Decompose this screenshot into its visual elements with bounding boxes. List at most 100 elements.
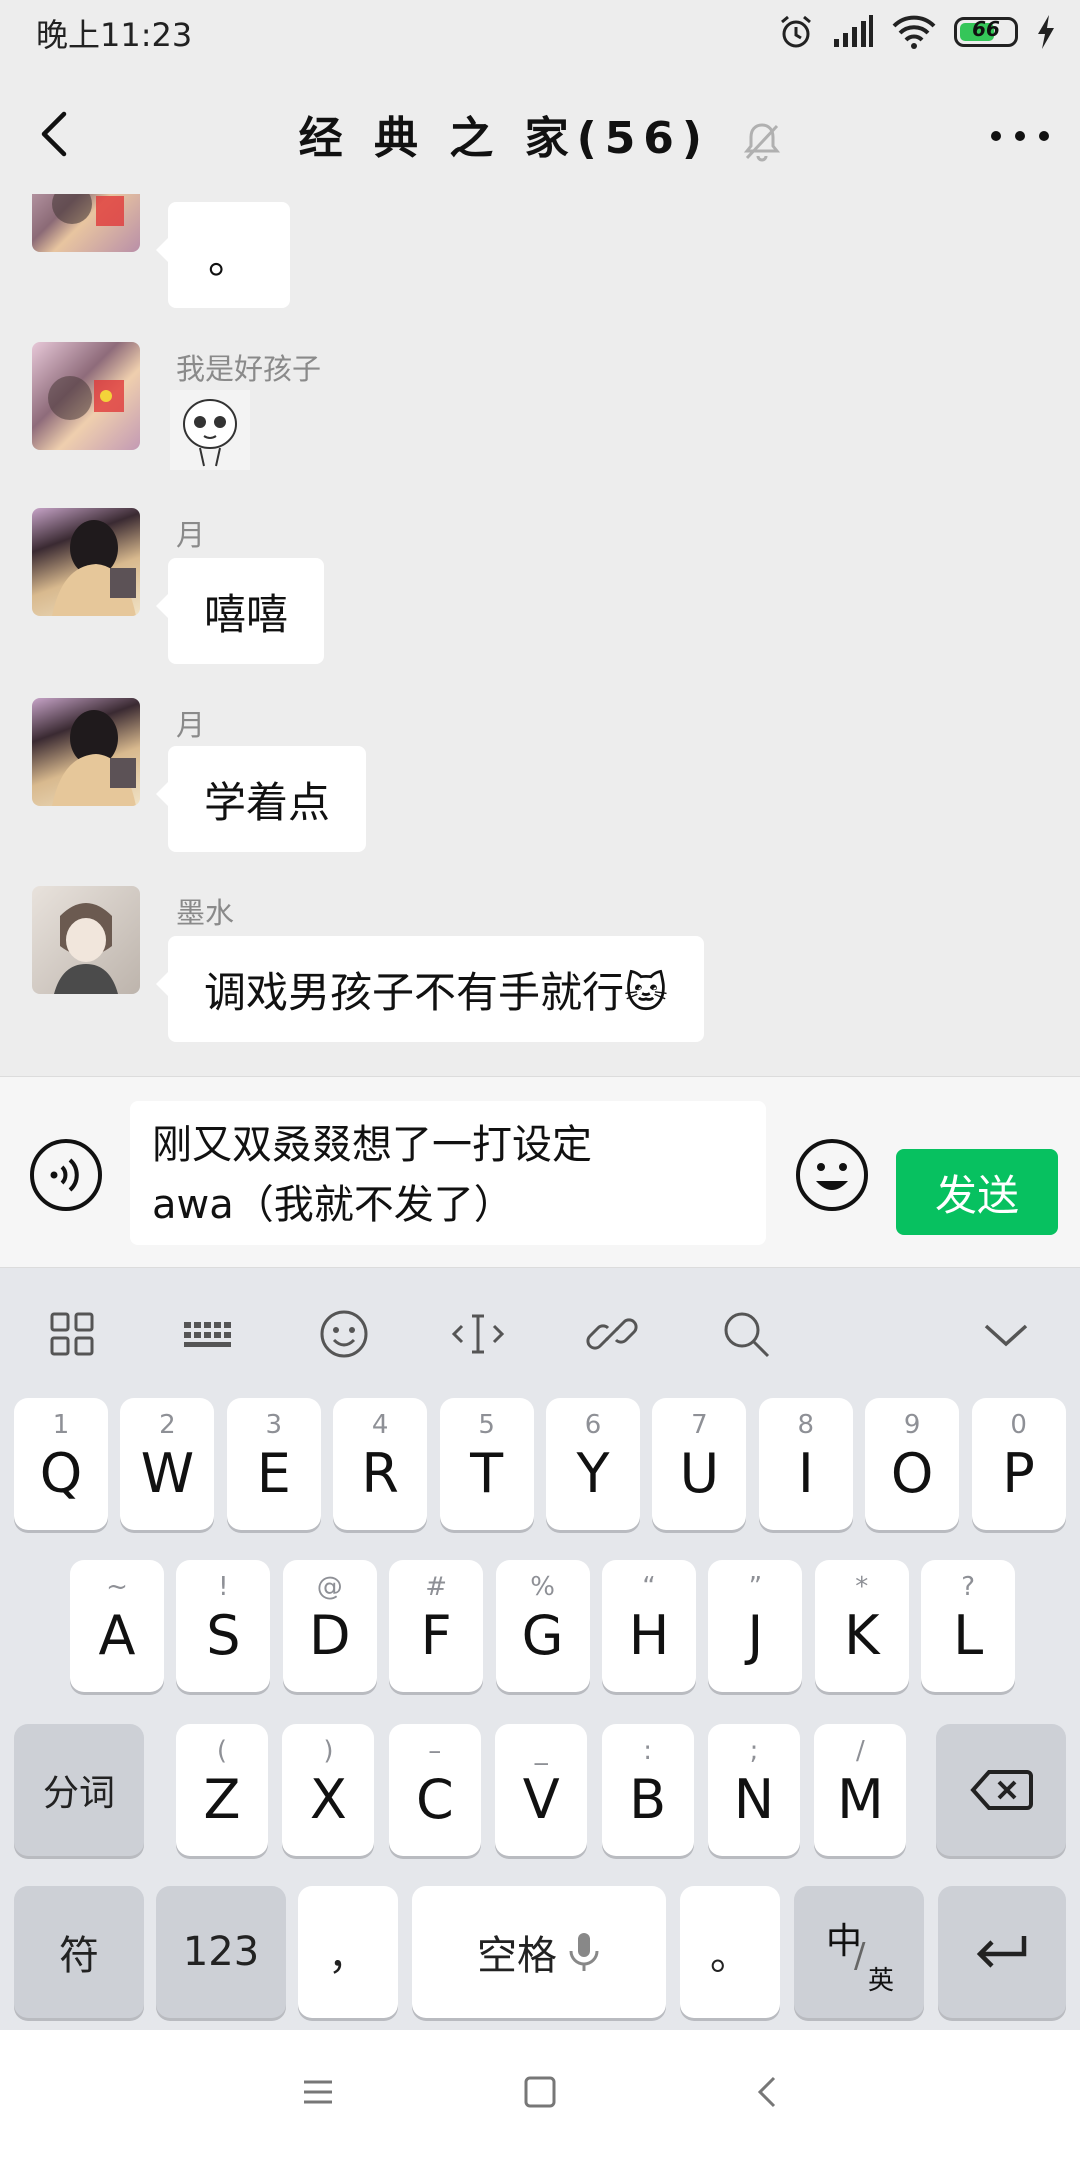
key-letter: J bbox=[747, 1604, 764, 1667]
key-l[interactable]: ? L bbox=[921, 1560, 1016, 1692]
key-letter: H bbox=[628, 1604, 670, 1667]
key-o[interactable]: 9O bbox=[865, 1398, 960, 1530]
cursor-move-icon[interactable] bbox=[450, 1306, 506, 1362]
search-icon[interactable] bbox=[718, 1306, 774, 1362]
enter-icon bbox=[976, 1936, 1027, 1968]
key-j[interactable]: ” J bbox=[708, 1560, 803, 1692]
enter-key[interactable] bbox=[938, 1886, 1066, 2018]
emoji-panel-icon[interactable] bbox=[316, 1306, 372, 1362]
key-z[interactable]: (Z bbox=[176, 1724, 268, 1856]
voice-input-icon[interactable] bbox=[28, 1137, 104, 1213]
key-hint: 6 bbox=[584, 1410, 602, 1440]
comma-key-label: ， bbox=[328, 1933, 368, 1979]
more-icon[interactable] bbox=[980, 106, 1060, 166]
key-d[interactable]: @ D bbox=[282, 1560, 377, 1692]
key-p[interactable]: 0P bbox=[971, 1398, 1066, 1530]
sticker-message[interactable] bbox=[170, 390, 250, 470]
key-h[interactable]: “H bbox=[602, 1560, 696, 1692]
key-f[interactable]: # F bbox=[389, 1560, 484, 1692]
key-hint: ~ bbox=[106, 1572, 128, 1602]
key-e[interactable]: 3E bbox=[226, 1398, 321, 1530]
avatar-image bbox=[54, 903, 118, 994]
key-hint: ( bbox=[216, 1736, 228, 1766]
message-bubble[interactable]: 。 bbox=[155, 202, 291, 308]
key-q[interactable]: 1Q bbox=[14, 1398, 108, 1530]
key-n[interactable]: ; N bbox=[708, 1724, 800, 1856]
chat-title: 经 典 之 家(56) bbox=[0, 102, 1080, 166]
key-w[interactable]: 2W bbox=[120, 1398, 215, 1530]
sender-name: 月 bbox=[176, 708, 206, 742]
avatar[interactable] bbox=[32, 698, 140, 806]
menu-icon[interactable] bbox=[298, 2072, 338, 2112]
message-input-line1: 刚又双叒叕想了一打设定 bbox=[152, 1122, 592, 1168]
key-letter: E bbox=[256, 1442, 291, 1505]
key-c[interactable]: – C bbox=[388, 1724, 481, 1856]
key-hint: 0 bbox=[1010, 1410, 1027, 1440]
key-hint: / bbox=[856, 1736, 865, 1766]
avatar-image bbox=[52, 520, 136, 616]
back-nav-icon[interactable] bbox=[748, 2072, 788, 2112]
key-letter: C bbox=[415, 1768, 454, 1831]
key-r[interactable]: 4R bbox=[333, 1398, 428, 1530]
avatar[interactable] bbox=[32, 508, 140, 616]
space-key[interactable]: 空格 bbox=[412, 1886, 666, 2018]
key-y[interactable]: 6Y bbox=[546, 1398, 640, 1530]
key-letter: T bbox=[470, 1442, 504, 1505]
key-v[interactable]: _ V bbox=[495, 1724, 588, 1856]
key-t[interactable]: 5T bbox=[439, 1398, 534, 1530]
key-hint: _ bbox=[534, 1736, 548, 1766]
backspace-key[interactable] bbox=[936, 1724, 1066, 1856]
message-bubble[interactable]: 学着点 bbox=[155, 746, 367, 852]
comma-key[interactable]: ， bbox=[298, 1886, 398, 2018]
key-letter: Y bbox=[576, 1442, 610, 1505]
alarm-icon bbox=[781, 15, 811, 48]
avatar[interactable] bbox=[32, 342, 140, 450]
numbers-key[interactable]: 123 bbox=[156, 1886, 286, 2018]
symbol-key-label: 符 bbox=[59, 1933, 99, 1979]
emoji-icon[interactable] bbox=[794, 1137, 870, 1213]
key-letter: Z bbox=[203, 1768, 241, 1831]
keyboard-layout-icon[interactable] bbox=[180, 1306, 236, 1362]
key-a[interactable]: ~ A bbox=[70, 1560, 164, 1692]
language-toggle-bottom: 英 bbox=[868, 1966, 895, 1996]
message-bubble[interactable]: 嘻嘻 bbox=[155, 558, 325, 664]
key-letter: O bbox=[890, 1442, 934, 1505]
key-hint: 3 bbox=[265, 1410, 283, 1440]
message-input[interactable]: 刚又双叒叕想了一打设定 awa（我就不发了） bbox=[130, 1101, 766, 1245]
key-s[interactable]: ! S bbox=[176, 1560, 271, 1692]
avatar[interactable] bbox=[32, 194, 140, 252]
chevron-down-icon[interactable] bbox=[978, 1306, 1034, 1362]
key-letter: G bbox=[521, 1604, 564, 1667]
key-u[interactable]: 7U bbox=[652, 1398, 747, 1530]
message-bubble[interactable]: 调戏男孩子不有手就行🐱 bbox=[156, 936, 704, 1042]
key-hint: * bbox=[855, 1572, 869, 1602]
signal-icon bbox=[834, 15, 873, 47]
key-hint: 9 bbox=[903, 1410, 921, 1440]
key-k[interactable]: * K bbox=[814, 1560, 909, 1692]
key-letter: U bbox=[679, 1442, 720, 1505]
key-g[interactable]: % G bbox=[495, 1560, 590, 1692]
grid-menu-icon[interactable] bbox=[44, 1306, 100, 1362]
avatar[interactable] bbox=[32, 886, 140, 994]
key-hint: 8 bbox=[797, 1410, 815, 1440]
segment-key[interactable]: 分词 bbox=[14, 1724, 144, 1856]
sender-name: 月 bbox=[176, 518, 206, 552]
period-key[interactable]: 。 bbox=[680, 1886, 780, 2018]
symbol-key[interactable]: 符 bbox=[14, 1886, 144, 2018]
link-icon[interactable] bbox=[584, 1306, 640, 1362]
wifi-icon bbox=[892, 15, 936, 49]
battery-level: 66 bbox=[972, 17, 1000, 41]
key-letter: M bbox=[837, 1768, 884, 1831]
message-list[interactable]: 。 我是好孩子 月 嘻嘻 月 学着点 墨水 调戏男孩子不有手就行🐱 bbox=[0, 194, 1080, 1076]
key-letter: S bbox=[206, 1604, 241, 1667]
key-hint: 2 bbox=[159, 1410, 176, 1440]
home-icon[interactable] bbox=[520, 2072, 560, 2112]
key-b[interactable]: :B bbox=[601, 1724, 694, 1856]
key-i[interactable]: 8I bbox=[758, 1398, 853, 1530]
key-letter: A bbox=[98, 1604, 136, 1667]
send-button[interactable]: 发送 bbox=[896, 1149, 1058, 1235]
key-x[interactable]: ) X bbox=[282, 1724, 375, 1856]
key-letter: K bbox=[844, 1604, 880, 1667]
language-toggle-key[interactable]: 中 / 英 bbox=[794, 1886, 924, 2018]
key-m[interactable]: / M bbox=[814, 1724, 907, 1856]
